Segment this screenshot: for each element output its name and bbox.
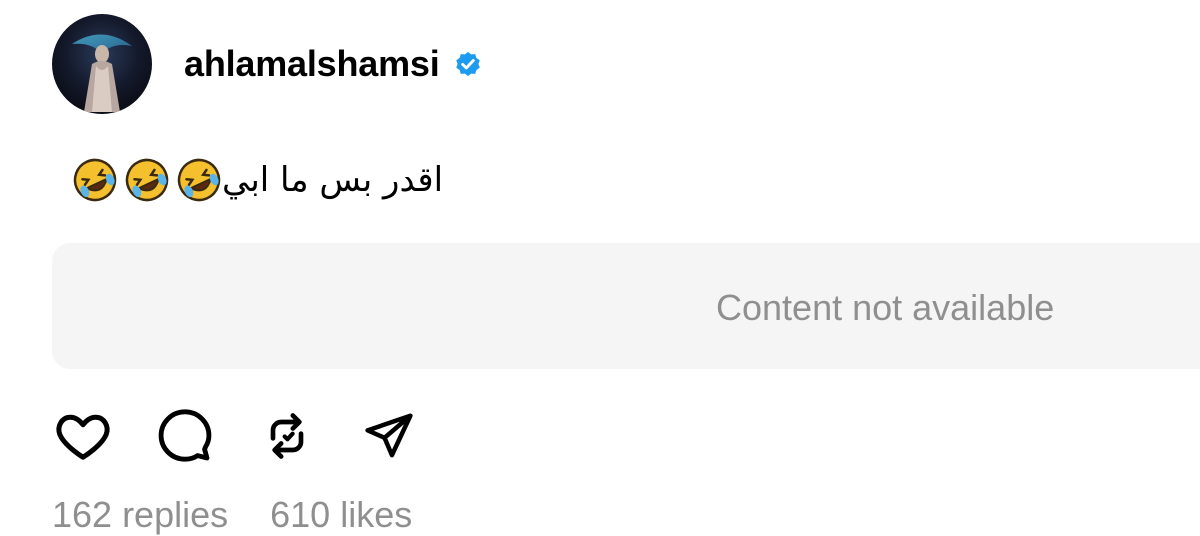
comment-icon [158,409,212,462]
rolling-on-floor-laughing-emoji-icon [72,157,118,203]
repost-button[interactable] [256,405,318,467]
username[interactable]: ahlamalshamsi [184,43,440,85]
caption-text: اقدر بس ما ابي [222,160,444,200]
likes-count[interactable]: 610 likes [270,494,412,535]
avatar-image [52,14,152,114]
replies-count[interactable]: 162 replies [52,494,228,535]
action-bar [52,404,460,468]
media-placeholder: Content not available [52,243,1200,369]
post-stats: 162 replies 610 likes [52,494,412,536]
post-caption: اقدر بس ما ابي [52,150,443,210]
avatar[interactable] [52,14,152,114]
share-icon [365,413,413,458]
rolling-on-floor-laughing-emoji-icon [124,157,170,203]
caption-emojis [66,157,222,203]
post-header: ahlamalshamsi [52,14,484,114]
share-button[interactable] [358,405,420,467]
verified-badge-icon [452,48,484,80]
like-button[interactable] [52,405,114,467]
reply-button[interactable] [154,405,216,467]
repost-icon [270,413,304,459]
heart-icon [56,414,110,460]
rolling-on-floor-laughing-emoji-icon [176,157,222,203]
content-unavailable-text: Content not available [716,287,1055,328]
